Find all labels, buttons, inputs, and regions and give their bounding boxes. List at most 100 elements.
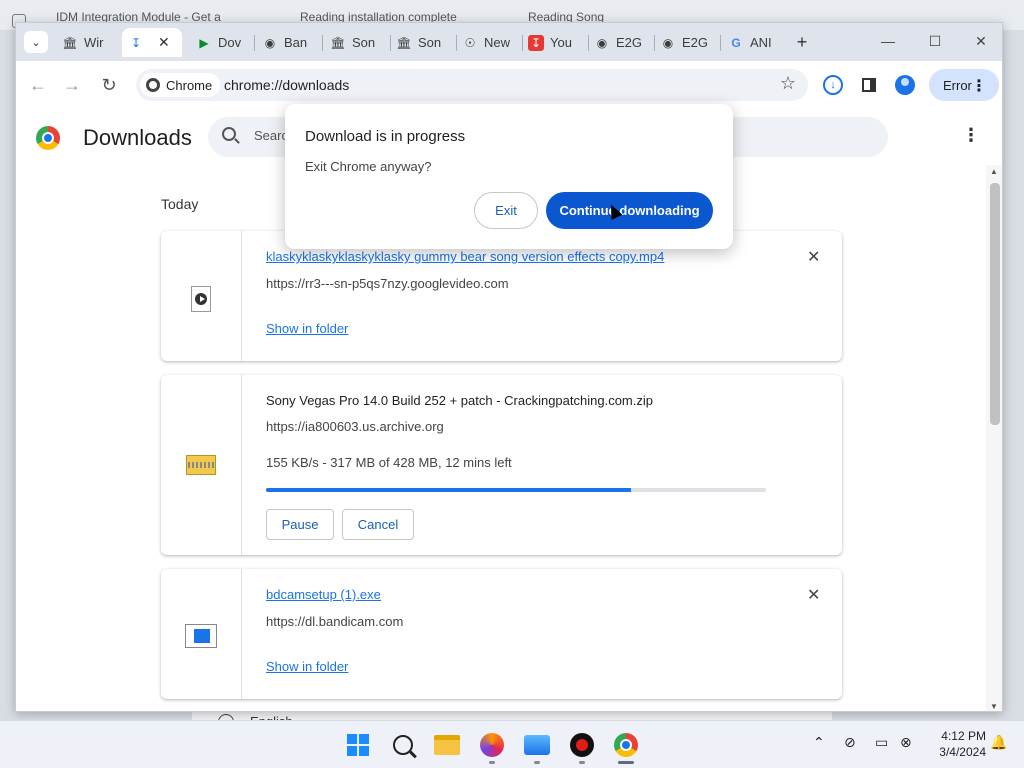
close-icon[interactable]: ✕: [158, 34, 170, 51]
search-icon: [222, 127, 236, 141]
page-scrollbar[interactable]: ▲ ▼: [986, 165, 1002, 711]
photos-icon: [524, 735, 550, 755]
downloads-button[interactable]: ↓: [821, 73, 845, 97]
photos-button[interactable]: [524, 732, 550, 758]
museum-icon: 🏛: [396, 35, 412, 50]
zip-file-icon: [186, 455, 216, 475]
new-tab-button[interactable]: +: [790, 31, 814, 53]
scrollbar-thumb[interactable]: [990, 183, 1000, 425]
plus-icon: +: [796, 31, 808, 52]
file-explorer-button[interactable]: [434, 732, 460, 758]
taskbar-search-button[interactable]: [390, 732, 416, 758]
browser-toolbar: ← → ↻ Chrome chrome://downloads ☆ ↓ Erro…: [16, 61, 1002, 109]
close-window-button[interactable]: ✕: [958, 29, 1002, 53]
bookmark-star-icon[interactable]: ☆: [780, 73, 796, 94]
tab-ani[interactable]: G ANI: [722, 28, 786, 57]
download-icon: ↧: [130, 35, 142, 50]
museum-icon: 🏛: [330, 35, 346, 50]
chrome-taskbar-button[interactable]: [613, 732, 639, 758]
reload-icon: ↻: [101, 74, 117, 95]
side-panel-button[interactable]: [857, 73, 881, 97]
pause-button[interactable]: Pause: [266, 509, 334, 540]
tab-you[interactable]: ↧ You: [522, 28, 586, 57]
download-source-url[interactable]: https://rr3---sn-p5qs7nzy.googlevideo.co…: [266, 276, 509, 291]
tab-e2g-2[interactable]: ◉ E2G: [654, 28, 718, 57]
tab-dov[interactable]: ▶ Dov: [190, 28, 250, 57]
cancel-button[interactable]: Cancel: [342, 509, 414, 540]
record-icon: [570, 733, 594, 757]
close-icon: ✕: [975, 32, 987, 49]
url-text[interactable]: chrome://downloads: [224, 77, 349, 93]
download-item: bdcamsetup (1).exe https://dl.bandicam.c…: [161, 569, 842, 699]
arrow-right-icon: →: [63, 74, 81, 95]
tab-ban[interactable]: ◉ Ban: [256, 28, 320, 57]
download-source-url[interactable]: https://ia800603.us.archive.org: [266, 419, 444, 434]
download-file-link[interactable]: bdcamsetup (1).exe: [266, 587, 381, 602]
video-file-icon: [191, 286, 211, 312]
site-info-chip[interactable]: Chrome: [140, 73, 221, 97]
chrome-icon: [146, 78, 160, 92]
arrow-left-icon: ←: [29, 74, 47, 95]
tab-e2g-1[interactable]: ◉ E2G: [588, 28, 652, 57]
exe-file-icon: [185, 624, 217, 648]
exit-button[interactable]: Exit: [474, 192, 538, 229]
maximize-icon: ☐: [928, 32, 942, 49]
firefox-icon: [480, 733, 504, 757]
download-file-name: Sony Vegas Pro 14.0 Build 252 + patch - …: [266, 393, 653, 408]
tab-downloads[interactable]: ↧ ✕: [122, 28, 182, 57]
volume-muted-icon[interactable]: ⊗: [900, 734, 912, 751]
google-icon: G: [731, 35, 741, 50]
download-source-url[interactable]: https://dl.bandicam.com: [266, 614, 403, 629]
globe-icon: ◉: [596, 35, 608, 50]
maximize-button[interactable]: ☐: [912, 29, 958, 53]
download-progress-icon: ↓: [823, 75, 843, 95]
globe-icon: ◉: [264, 35, 276, 50]
forward-button[interactable]: →: [58, 71, 86, 99]
show-in-folder-link[interactable]: Show in folder: [266, 321, 348, 336]
windows-logo-icon: [347, 734, 369, 756]
scroll-up-icon[interactable]: ▲: [990, 167, 998, 176]
date-section-label: Today: [161, 196, 199, 212]
tab-strip: ⌄ 🏛 Wir ↧ ✕ ▶ Dov ◉ Ban 🏛 Son 🏛 Son ☉ Ne…: [16, 23, 1002, 61]
system-clock[interactable]: 4:12 PM 3/4/2024: [926, 728, 986, 760]
chevron-up-icon[interactable]: ⌃: [813, 734, 825, 751]
tab-son-2[interactable]: 🏛 Son: [390, 28, 454, 57]
display-icon[interactable]: ▭: [875, 734, 888, 751]
back-button[interactable]: ←: [24, 71, 52, 99]
firefox-button[interactable]: [479, 732, 505, 758]
museum-icon: 🏛: [62, 35, 78, 50]
search-icon: [393, 735, 413, 755]
clock-date: 3/4/2024: [939, 745, 986, 759]
start-button[interactable]: [345, 732, 371, 758]
minimize-icon: —: [881, 33, 895, 49]
folder-icon: [434, 735, 460, 755]
minimize-button[interactable]: —: [865, 29, 911, 53]
show-in-folder-link[interactable]: Show in folder: [266, 659, 348, 674]
play-store-icon: ▶: [199, 35, 209, 50]
dialog-title: Download is in progress: [305, 128, 466, 145]
more-actions-button[interactable]: ⋮: [962, 125, 980, 146]
chrome-icon: ☉: [464, 35, 476, 50]
profile-button[interactable]: [893, 73, 917, 97]
tab-search-button[interactable]: ⌄: [24, 31, 48, 53]
recorder-button[interactable]: [569, 732, 595, 758]
remove-download-button[interactable]: ✕: [807, 247, 820, 267]
scroll-down-icon[interactable]: ▼: [990, 702, 998, 711]
tab-son-1[interactable]: 🏛 Son: [324, 28, 388, 57]
address-bar[interactable]: Chrome chrome://downloads ☆: [136, 69, 808, 101]
notification-bell-icon[interactable]: 🔔: [990, 734, 1007, 751]
taskbar: ⌃ ⊘ ▭ ⊗ 4:12 PM 3/4/2024 🔔: [0, 720, 1024, 768]
chrome-icon: [614, 733, 638, 757]
download-item-in-progress: Sony Vegas Pro 14.0 Build 252 + patch - …: [161, 375, 842, 555]
more-vert-icon: ⋮: [971, 78, 987, 95]
remove-download-button[interactable]: ✕: [807, 585, 820, 605]
chevron-down-icon: ⌄: [31, 36, 41, 49]
error-menu-button[interactable]: Error ⋮: [929, 69, 999, 101]
continue-downloading-button[interactable]: Continue downloading: [546, 192, 713, 229]
download-item: klaskyklaskyklaskyklasky gummy bear song…: [161, 231, 842, 361]
network-off-icon[interactable]: ⊘: [844, 734, 856, 751]
reload-button[interactable]: ↻: [95, 71, 123, 99]
tab-new[interactable]: ☉ New: [456, 28, 520, 57]
tab-wir[interactable]: 🏛 Wir: [56, 28, 120, 57]
download-file-link[interactable]: klaskyklaskyklaskyklasky gummy bear song…: [266, 249, 664, 264]
